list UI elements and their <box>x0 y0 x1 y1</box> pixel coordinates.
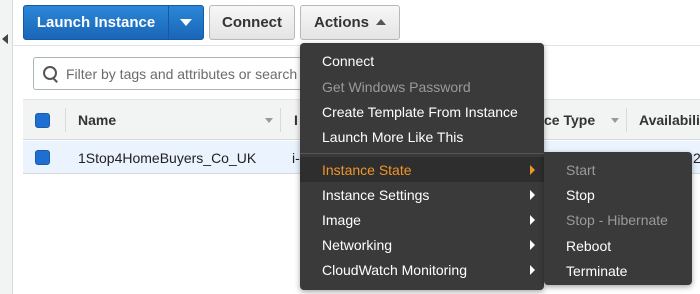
chevron-right-icon <box>530 190 535 200</box>
availability-zone-cell: 2 <box>693 149 700 166</box>
menu-item-label: Image <box>322 211 361 228</box>
search-input[interactable] <box>66 65 306 82</box>
submenu-item-start: Start <box>566 161 596 178</box>
select-all-checkbox[interactable] <box>35 112 50 128</box>
menu-item-label: Networking <box>322 236 393 253</box>
menu-item-get-windows-password: Get Windows Password <box>322 78 471 95</box>
launch-instance-split-button: Launch Instance <box>23 5 204 40</box>
menu-item-create-template[interactable]: Create Template From Instance <box>300 99 544 124</box>
actions-label: Actions <box>313 14 369 31</box>
menu-item-label: Instance State <box>322 161 412 178</box>
actions-dropdown-menu: Connect Get Windows Password Create Temp… <box>300 43 544 290</box>
connect-button[interactable]: Connect <box>209 5 295 40</box>
menu-item-image[interactable]: Image <box>300 207 544 232</box>
menu-item-cloudwatch-monitoring[interactable]: CloudWatch Monitoring <box>300 257 544 282</box>
chevron-right-icon <box>530 240 535 250</box>
select-all-cell[interactable] <box>35 100 50 140</box>
submenu-item-stop-hibernate: Stop - Hibernate <box>566 211 668 228</box>
actions-button[interactable]: Actions <box>300 5 400 40</box>
row-checkbox[interactable] <box>35 150 50 165</box>
instance-id-cell: i- <box>292 149 300 166</box>
column-header-instance-type[interactable]: ce Type <box>544 100 595 140</box>
menu-item-instance-state[interactable]: Instance State <box>300 157 544 182</box>
instance-state-submenu: Start Stop Stop - Hibernate Reboot Termi… <box>544 152 692 285</box>
launch-instance-button[interactable]: Launch Instance <box>24 6 169 39</box>
chevron-up-icon <box>376 18 386 25</box>
chevron-right-icon <box>530 165 535 175</box>
side-panel-strip[interactable] <box>0 0 13 294</box>
column-header-instance-id[interactable]: I <box>294 100 298 140</box>
menu-item-networking[interactable]: Networking <box>300 232 544 257</box>
chevron-right-icon <box>530 215 535 225</box>
chevron-right-icon <box>530 265 535 275</box>
column-divider <box>65 108 66 132</box>
column-divider <box>280 108 281 132</box>
filter-search-box[interactable] <box>33 57 333 90</box>
column-divider <box>626 108 627 132</box>
submenu-item-terminate[interactable]: Terminate <box>544 258 692 283</box>
menu-item-instance-settings[interactable]: Instance Settings <box>300 182 544 207</box>
instance-name-cell: 1Stop4HomeBuyers_Co_UK <box>78 149 257 166</box>
row-select-cell[interactable] <box>35 141 50 174</box>
submenu-item-reboot[interactable]: Reboot <box>544 233 692 258</box>
column-header-availability-zone[interactable]: Availabili <box>639 100 700 140</box>
menu-divider <box>300 153 544 154</box>
search-icon <box>43 65 59 82</box>
chevron-down-icon <box>180 19 192 26</box>
menu-item-label: CloudWatch Monitoring <box>322 261 467 278</box>
launch-options-dropdown[interactable] <box>169 6 203 39</box>
sort-caret-icon[interactable] <box>611 118 619 123</box>
submenu-item-stop[interactable]: Stop <box>544 182 692 207</box>
menu-item-label: Instance Settings <box>322 186 430 203</box>
menu-item-connect[interactable]: Connect <box>300 48 544 73</box>
sort-caret-icon[interactable] <box>265 118 273 123</box>
menu-item-launch-more-like-this[interactable]: Launch More Like This <box>300 124 544 149</box>
collapse-left-icon[interactable] <box>2 34 8 44</box>
column-header-name[interactable]: Name <box>78 100 116 140</box>
